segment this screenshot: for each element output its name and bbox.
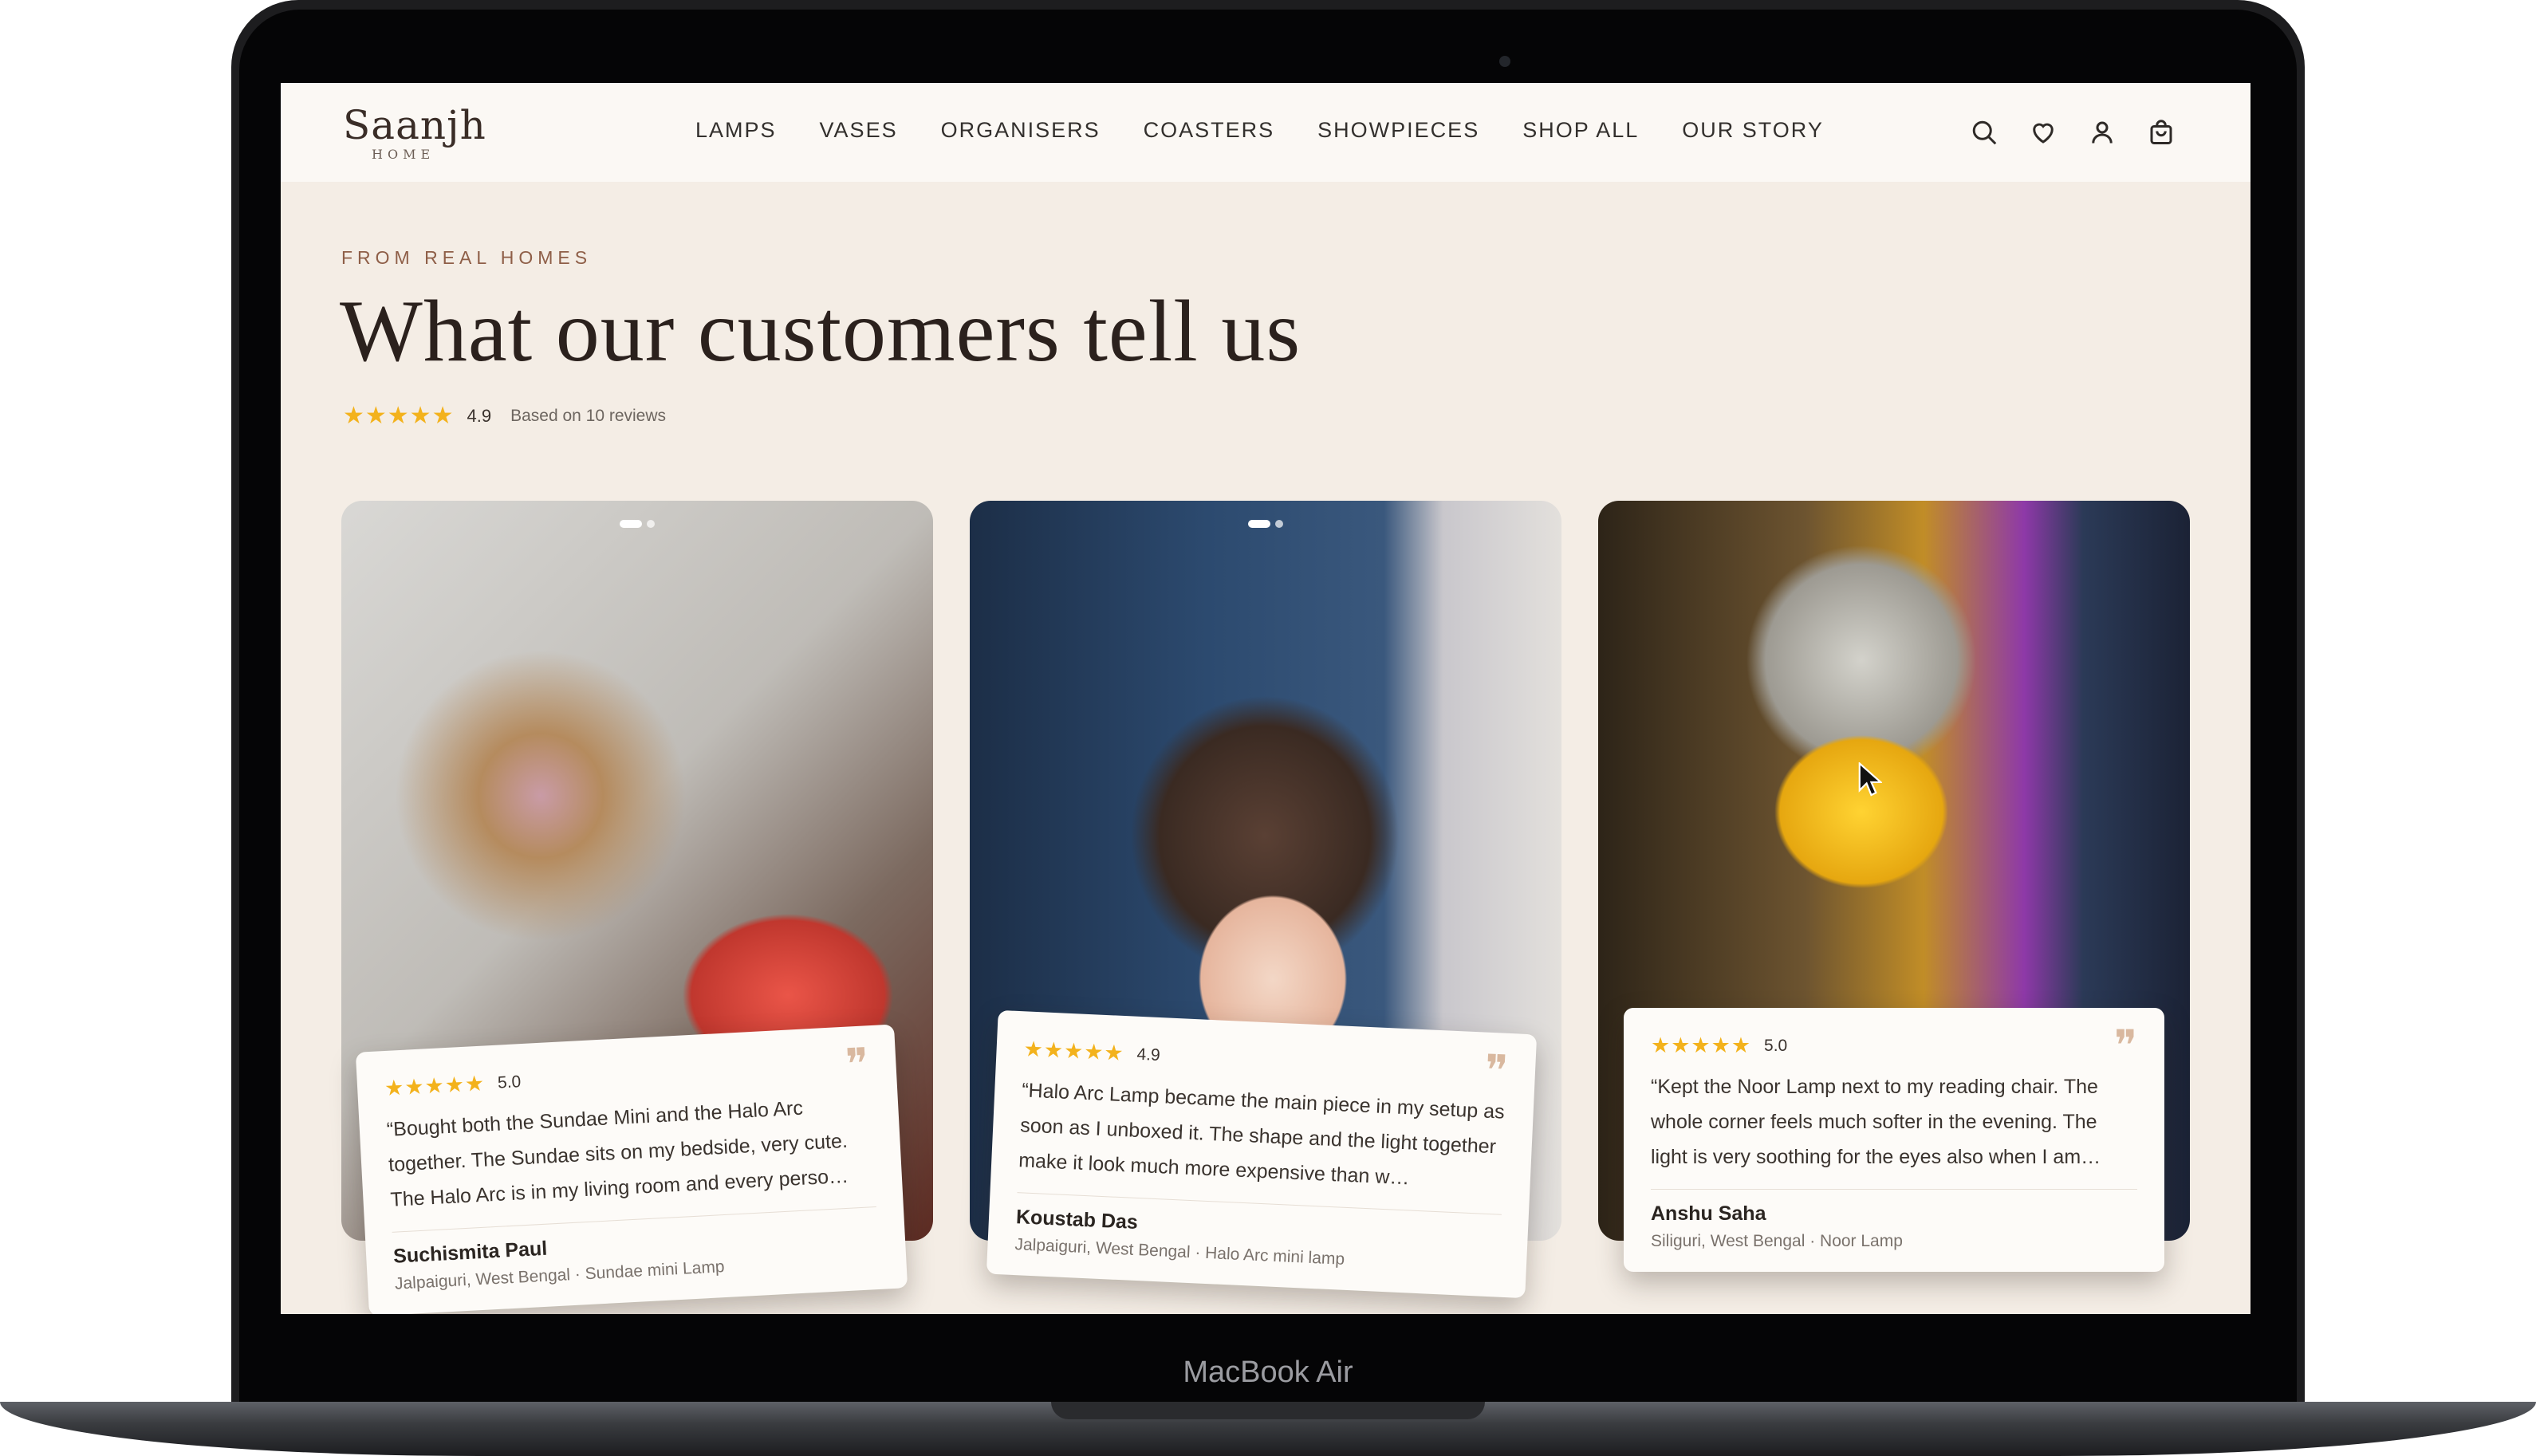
rating-stars-icon: ★★★★★: [343, 402, 455, 430]
logo[interactable]: Saanjh HOME: [343, 104, 486, 162]
review-stars-icon: ★★★★★: [1651, 1033, 1752, 1058]
review-score: 5.0: [497, 1072, 522, 1092]
section-title: What our customers tell us: [340, 282, 1301, 380]
overall-rating: ★★★★★ 4.9 Based on 10 reviews: [343, 402, 666, 430]
search-icon[interactable]: [1967, 115, 2002, 150]
review-score: 5.0: [1764, 1036, 1788, 1055]
nav-showpieces[interactable]: SHOWPIECES: [1317, 118, 1479, 143]
review-stars-icon: ★★★★★: [384, 1071, 486, 1102]
reviewer-meta: Siliguri, West Bengal · Noor Lamp: [1651, 1232, 1903, 1250]
nav-vases[interactable]: VASES: [820, 118, 898, 143]
carousel-dot-active[interactable]: [1248, 520, 1270, 528]
cart-icon[interactable]: [2144, 115, 2179, 150]
mouse-cursor-icon: [1858, 761, 1884, 801]
review-panel: ★★★★★ 5.0 ❞ “Kept the Noor Lamp next to …: [1624, 1008, 2164, 1272]
carousel-dot[interactable]: [647, 520, 655, 528]
review-stars-icon: ★★★★★: [1022, 1037, 1125, 1067]
reviewer-name: Anshu Saha: [1651, 1202, 1766, 1225]
review-score: 4.9: [1136, 1045, 1161, 1064]
nav-shop-all[interactable]: SHOP ALL: [1522, 118, 1639, 143]
nav-our-story[interactable]: OUR STORY: [1682, 118, 1824, 143]
nav-lamps[interactable]: LAMPS: [695, 118, 777, 143]
review-panel: ★★★★★ 4.9 ❞ “Halo Arc Lamp became the ma…: [986, 1009, 1538, 1299]
logo-name: Saanjh: [343, 102, 486, 148]
quote-icon: ❞: [844, 1039, 870, 1089]
rating-value: 4.9: [467, 405, 492, 426]
header-icons: [1967, 115, 2179, 150]
review-text: “Kept the Noor Lamp next to my reading c…: [1651, 1076, 2101, 1168]
nav-organisers[interactable]: ORGANISERS: [941, 118, 1101, 143]
section-eyebrow: FROM REAL HOMES: [341, 247, 593, 268]
user-icon[interactable]: [2085, 115, 2120, 150]
browser-screen: Saanjh HOME LAMPS VASES ORGANISERS COAST…: [281, 83, 2251, 1314]
quote-icon: ❞: [2113, 1021, 2137, 1070]
device-label: MacBook Air: [1183, 1356, 1353, 1389]
site-header: Saanjh HOME LAMPS VASES ORGANISERS COAST…: [281, 83, 2251, 182]
review-panel: ★★★★★ 5.0 ❞ “Bought both the Sundae Mini…: [355, 1024, 908, 1314]
carousel-dot[interactable]: [1275, 520, 1283, 528]
divider: [1651, 1189, 2137, 1190]
review-text: “Bought both the Sundae Mini and the Hal…: [386, 1096, 849, 1211]
quote-icon: ❞: [1483, 1046, 1510, 1096]
camera-icon: [1499, 56, 1510, 67]
heart-icon[interactable]: [2026, 115, 2061, 150]
carousel-dots: [620, 520, 655, 528]
carousel-dots: [1248, 520, 1283, 528]
rating-note: Based on 10 reviews: [510, 406, 667, 425]
main-nav: LAMPS VASES ORGANISERS COASTERS SHOWPIEC…: [695, 118, 1867, 143]
laptop-notch: [1051, 1402, 1485, 1419]
nav-coasters[interactable]: COASTERS: [1144, 118, 1275, 143]
carousel-dot-active[interactable]: [620, 520, 642, 528]
logo-subtitle: HOME: [372, 147, 435, 162]
review-text: “Halo Arc Lamp became the main piece in …: [1018, 1079, 1506, 1190]
